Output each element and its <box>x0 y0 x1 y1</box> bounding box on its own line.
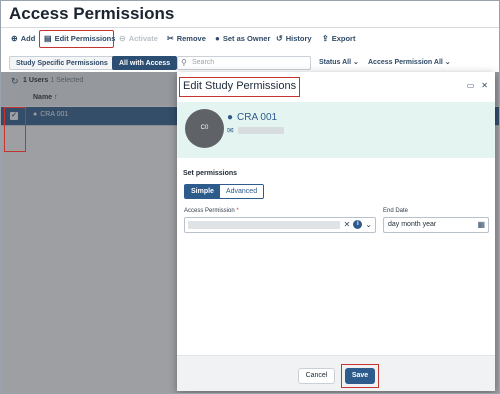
page-title: Access Permissions <box>9 4 175 23</box>
end-date-field[interactable]: day month year ▦ <box>383 217 489 233</box>
clear-icon[interactable]: ✕ <box>344 220 351 229</box>
chevron-down-icon: ⌄ <box>444 59 451 66</box>
unlink-icon: ✂ <box>167 33 174 43</box>
search-input[interactable]: ⚲ Search <box>177 56 311 70</box>
export-icon: ⇪ <box>322 33 329 43</box>
chevron-down-icon: ⌄ <box>352 59 359 66</box>
user-icon: ● <box>227 112 234 123</box>
avatar: C0 <box>185 109 224 148</box>
status-filter[interactable]: Status All ⌄ <box>319 58 359 66</box>
end-date-label: End Date <box>383 208 409 214</box>
activate-button[interactable]: ⊖ Activate <box>119 34 158 43</box>
maximize-icon[interactable]: ▭ <box>467 81 475 90</box>
plus-circle-icon: ⊕ <box>11 33 18 43</box>
set-permissions-label: Set permissions <box>183 170 238 177</box>
user-name: CRA 001 <box>237 112 278 123</box>
search-icon: ⚲ <box>181 58 187 67</box>
email-icon: ✉ <box>227 126 234 135</box>
permission-mode-toggle: Simple Advanced <box>184 184 265 199</box>
simple-mode-button[interactable]: Simple <box>185 185 220 198</box>
remove-button[interactable]: ✂ Remove <box>167 34 206 43</box>
edit-study-permissions-dialog: Edit Study Permissions ▭ ✕ C0 ● CRA 001 … <box>177 72 495 391</box>
tab-study-specific-permissions[interactable]: Study Specific Permissions <box>9 56 115 70</box>
redacted-value <box>188 221 340 229</box>
access-permission-select[interactable]: ✕ i ⌄ <box>184 217 376 233</box>
redacted-email <box>237 127 284 134</box>
export-button[interactable]: ⇪ Export <box>322 34 355 43</box>
filter-bar: Study Specific Permissions All with Acce… <box>1 52 499 72</box>
history-button[interactable]: ↺ History <box>276 34 312 43</box>
checkbox-highlight <box>4 107 26 152</box>
edit-permissions-highlight <box>39 30 114 48</box>
add-button[interactable]: ⊕ Add <box>11 34 35 43</box>
set-as-owner-button[interactable]: ● Set as Owner <box>215 34 270 43</box>
user-icon: ● <box>215 33 220 43</box>
advanced-mode-button[interactable]: Advanced <box>219 185 264 198</box>
dialog-title-highlight <box>179 77 300 97</box>
access-permission-filter[interactable]: Access Permission All ⌄ <box>368 58 451 66</box>
calendar-icon[interactable]: ▦ <box>477 218 485 232</box>
app-window: Access Permissions ⊕ Add ▤ Edit Permissi… <box>0 0 500 394</box>
required-asterisk: * <box>236 208 239 214</box>
save-button-highlight <box>341 364 379 388</box>
history-icon: ↺ <box>276 33 283 43</box>
title-divider <box>1 27 499 28</box>
info-icon[interactable]: i <box>353 220 363 229</box>
link-icon: ⊖ <box>119 33 126 43</box>
dialog-footer: Cancel Save <box>177 355 495 391</box>
user-profile-panel: C0 ● CRA 001 ✉ <box>177 102 495 158</box>
close-icon[interactable]: ✕ <box>481 81 488 90</box>
cancel-button[interactable]: Cancel <box>298 368 335 384</box>
access-permission-label: Access Permission * <box>184 208 239 214</box>
chevron-down-icon[interactable]: ⌄ <box>365 220 372 229</box>
tab-all-with-access[interactable]: All with Access <box>112 56 178 70</box>
